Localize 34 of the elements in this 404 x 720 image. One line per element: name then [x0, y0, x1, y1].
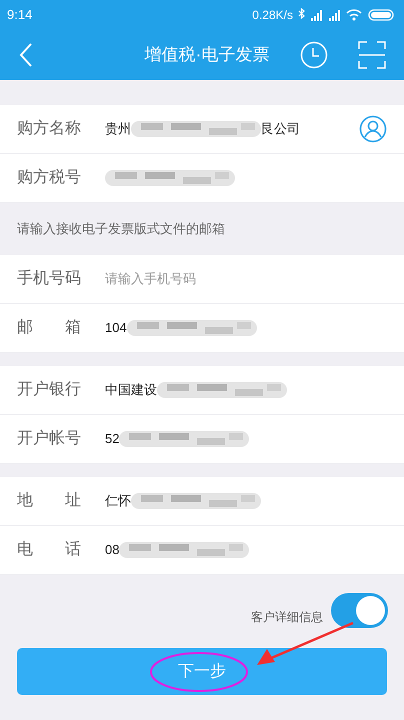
field-value: 08 — [105, 541, 120, 560]
field-label: 手机号码 — [17, 268, 82, 289]
person-icon[interactable] — [359, 115, 387, 143]
field-label: 地 址 — [17, 490, 82, 511]
back-icon[interactable] — [18, 42, 34, 68]
hint-text: 请输入接收电子发票版式文件的邮箱 — [17, 220, 225, 238]
scan-icon[interactable] — [358, 41, 386, 69]
field-value: 艮公司 — [261, 120, 300, 138]
field-label: 电 话 — [17, 540, 82, 560]
field-label: 邮 箱 — [17, 318, 82, 338]
field-label: 购方税号 — [17, 168, 82, 188]
status-time: 9:14 — [7, 6, 32, 24]
input-field[interactable]: 请输入手机号码 — [105, 269, 387, 289]
field-label: 开户银行 — [17, 380, 82, 400]
field-value: 贵州 — [105, 120, 131, 138]
field-label: 购方名称 — [17, 118, 82, 139]
form-row[interactable]: 手机号码 请输入手机号码 — [0, 255, 404, 304]
form-row[interactable]: 开户银行 中国建设 — [0, 366, 404, 415]
clock-icon[interactable] — [300, 41, 328, 69]
field-label: 开户帐号 — [17, 428, 82, 449]
form-row[interactable]: 电 话 08 — [0, 526, 404, 575]
field-value: 52 — [105, 430, 120, 448]
page-title: 增值税·电子发票 — [144, 44, 270, 66]
field-value: 中国建设 — [105, 381, 157, 400]
field-value: 仁怀 — [105, 492, 131, 510]
form-row[interactable]: 开户帐号 52 — [0, 415, 404, 464]
form-row[interactable]: 购方名称 贵州 艮公司 — [0, 105, 404, 154]
form-row[interactable]: 地 址 仁怀 — [0, 477, 404, 526]
toggle-switch[interactable] — [331, 593, 388, 628]
form-row[interactable]: 购方税号 — [0, 154, 404, 203]
network-speed: 0.28K/s — [252, 7, 293, 24]
form-row[interactable]: 邮 箱 104 — [0, 304, 404, 353]
toggle-label: 客户详细信息 — [251, 608, 323, 626]
field-value: 104 — [105, 319, 127, 338]
